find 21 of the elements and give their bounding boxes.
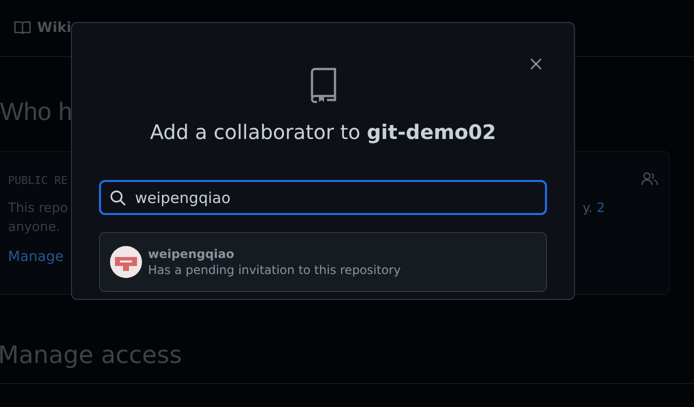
user-result[interactable]: weipengqiao Has a pending invitation to this repository	[99, 232, 547, 292]
wiki-tab[interactable]: Wiki	[37, 20, 72, 36]
manage-link[interactable]: Manage	[8, 249, 64, 265]
card-text: This repo	[8, 201, 68, 216]
card-text: y.	[582, 201, 593, 216]
card-label: PUBLIC RE	[8, 174, 68, 187]
book-icon	[14, 21, 31, 35]
count-link[interactable]: 2	[596, 201, 605, 216]
username: weipengqiao	[148, 247, 236, 261]
dialog-title: Add a collaborator to git-demo02	[150, 120, 496, 144]
search-icon	[110, 190, 126, 206]
close-button[interactable]	[528, 56, 544, 72]
section-heading: Who h	[0, 97, 74, 128]
card-text: anyone.	[8, 220, 62, 235]
repo-icon	[309, 67, 337, 103]
avatar-icon	[110, 246, 142, 278]
invitation-status: Has a pending invitation to this repository	[148, 263, 401, 277]
close-icon	[530, 58, 542, 70]
people-icon	[641, 172, 659, 186]
section-heading: Manage access	[0, 341, 183, 369]
search-field[interactable]: weipengqiao	[99, 180, 547, 215]
